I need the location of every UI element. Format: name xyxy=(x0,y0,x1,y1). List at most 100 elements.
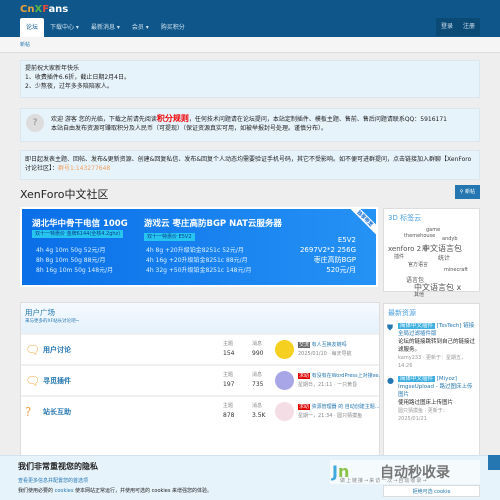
widget-title: 最新资源 xyxy=(388,309,416,317)
resource-desc: 论坛的链接跳转到自己的链接过滤服务。 xyxy=(398,339,476,353)
forum-row: 🗨 用户讨论 主题 154 消息 990 交流 有人互换友链吗 2025/01/10 … xyxy=(21,333,379,364)
posts-count: 3.5K xyxy=(252,412,266,419)
avatar[interactable] xyxy=(275,340,294,359)
forum-link[interactable]: 用户讨论 xyxy=(43,345,71,355)
main-nav: 论坛 下载中心 ▾ 最新消息 ▾ 会员 ▾ 购买积分 xyxy=(20,18,191,37)
thread-prefix: 求助 xyxy=(298,373,311,379)
subnav: 新帖 xyxy=(0,37,500,53)
banner-line: 枣庄高防BGP xyxy=(313,256,356,264)
tab-forum[interactable]: 论坛 xyxy=(20,18,45,37)
header: CnXFans 论坛 下载中心 ▾ 最新消息 ▾ 会员 ▾ 购买积分 登录 注册 xyxy=(0,0,500,37)
notice-line: 提前祝大家新年快乐 xyxy=(25,65,80,72)
tag-link[interactable]: andyb xyxy=(442,236,458,242)
shield-icon: ⛊ xyxy=(387,323,393,332)
logo[interactable]: CnXFans xyxy=(20,4,68,15)
page-title: XenForo中文社区 xyxy=(20,188,109,201)
notice-text: ，任何技术问题请在论坛提问，本站定制插件、模板主题、售前、售后问题请联系QQ：5… xyxy=(188,116,447,123)
banner-heading: 游戏云 枣庄高防BGP NAT云服务器 xyxy=(144,219,282,229)
section-title[interactable]: 用户广场 xyxy=(25,307,375,318)
tag-link[interactable]: 统计 xyxy=(438,253,450,262)
threads-count: 197 xyxy=(223,381,235,388)
question-icon: ? xyxy=(25,405,32,419)
last-post-meta: 2025/01/10 · 每天导航 xyxy=(298,351,352,357)
threads-label: 主题 xyxy=(223,403,234,409)
new-post-button[interactable]: ⚲ 新帖 xyxy=(454,185,480,199)
notice-newyear: 提前祝大家新年快乐 1、收费插件6.6折，截止日期2月4日。 2、少熬夜，过年多… xyxy=(20,60,480,98)
tab-members[interactable]: 会员 ▾ xyxy=(126,18,155,37)
tab-buy-points[interactable]: 购买积分 xyxy=(155,18,191,37)
question-icon: ? xyxy=(26,114,44,132)
tag-cloud-widget: 3D 标签云 game themehouse andyb xenforo 2.0 中文语… xyxy=(383,208,480,298)
banner-heading: 湖北华中骨干电信 100G xyxy=(32,219,128,229)
tag-link[interactable]: minecraft xyxy=(444,267,468,273)
forum-row: ? 站长互助 主题 878 消息 3.5K 求助 资源管理器 的 自动创建主题...… xyxy=(21,395,380,426)
cookie-text: 使本网站正常运行，并使用可选的 cookies 来增强您的体验。 xyxy=(75,488,213,494)
posts-count: 990 xyxy=(252,350,264,357)
cookie-title: 我们非常重视您的隐私 xyxy=(18,462,98,471)
resource-tag: 简体中文插件 xyxy=(398,323,436,329)
tag-link[interactable]: 插件 xyxy=(394,253,404,260)
resource-meta: kamy233 · 更新于：星期五，14:26 xyxy=(398,355,467,369)
notice-text: 本站自由发布资源可赚取积分及人民币（可提现）（保证资源真实可用，如被举报封号处理… xyxy=(51,125,328,132)
thread-prefix: 求助 xyxy=(298,404,311,410)
posts-label: 消息 xyxy=(252,372,263,378)
forum-row: 🗨 寻觅插件 主题 197 消息 735 求助 有没有在WordPress上对接xe… xyxy=(21,364,380,395)
chat-icon: 🗨 xyxy=(25,374,41,388)
threads-count: 154 xyxy=(223,350,235,357)
banner-tag: 双十一特惠价 E5V2 xyxy=(144,233,195,241)
threads-label: 主题 xyxy=(223,372,234,378)
register-button[interactable]: 注册 xyxy=(457,18,480,36)
reject-cookie-button[interactable]: 拒绝可选 cookie xyxy=(383,485,480,497)
posts-count: 735 xyxy=(252,381,264,388)
thread-prefix: 交流 xyxy=(298,342,311,348)
resource-meta: 圆只猜摸鱼 · 更新于：2025/01/21 xyxy=(398,408,448,422)
last-thread-link[interactable]: 有没有在WordPress上对接xe... xyxy=(312,373,380,379)
login-button[interactable]: 登录 xyxy=(435,18,458,36)
points-rule-link[interactable]: 积分规则 xyxy=(157,114,189,123)
banner-line: E5V2 xyxy=(337,236,356,244)
avatar[interactable] xyxy=(275,371,294,390)
chat-icon: 🗨 xyxy=(25,343,41,357)
subnav-new-posts[interactable]: 新帖 xyxy=(20,41,30,48)
group-link[interactable]: 群号1:143277648 xyxy=(58,165,110,172)
ad-banner[interactable]: 湖北华中骨干电信 100G 游戏云 枣庄高防BGP NAT云服务器 双十一特惠价… xyxy=(20,207,378,287)
last-thread-link[interactable]: 有人互换友链吗 xyxy=(312,342,347,348)
banner-tag: 双十一特惠价 金牌6144(全核4.2ghz) xyxy=(32,230,124,238)
banner-line: 4h 8g +20升级铂金8251c 52元/月 xyxy=(146,247,244,254)
banner-line: 2697V2*2 256G xyxy=(299,246,356,254)
tag-link[interactable]: 其他 xyxy=(414,291,424,298)
notice-line: 2、少熬夜，过年多多陪陪家人。 xyxy=(25,83,113,90)
avatar[interactable] xyxy=(275,402,294,421)
banner-line: 520元/月 xyxy=(326,266,356,274)
scroll-top-button[interactable] xyxy=(488,455,500,470)
forum-section: 用户广场 来与更多的XF站长讨论吧~ 🗨 用户讨论 主题 154 消息 990 交流 … xyxy=(20,302,380,457)
banner-line: 4h 32g +50升级铂金8251c 148元/月 xyxy=(146,267,252,274)
cookie-preferences-link[interactable]: 查看更多信息并配置您的首选项 xyxy=(18,477,88,484)
notice-welcome: ? 欢迎 游客 您的光临，下载之前请先阅读积分规则，任何技术问题请在论坛提问，本… xyxy=(20,108,480,142)
last-post-meta: 星期一，21:34 · 圆只猜摸鱼 xyxy=(298,413,363,419)
tag-link[interactable]: 官方语言 xyxy=(408,261,428,268)
forum-link[interactable]: 寻觅插件 xyxy=(43,376,71,386)
notice-text: 欢迎 游客 您的光临，下载之前请先阅读 xyxy=(51,116,157,123)
banner-line: 8h 16g 10m 50g 148元/月 xyxy=(36,267,114,274)
banner-line: 4h 4g 10m 50g 52元/月 xyxy=(36,247,106,254)
cookies-link[interactable]: cookies xyxy=(55,488,74,494)
watermark-logo: Jn 自动秒收录 做上链接→来访一次→自动收录→ xyxy=(330,460,480,484)
last-post-meta: 星期日，21:11 · 一只黄昏 xyxy=(298,382,358,388)
cookie-text: 我们使用必要的 xyxy=(18,488,54,494)
new-post-label: 新帖 xyxy=(464,189,475,195)
tag-link[interactable]: themehouse xyxy=(404,233,435,239)
last-thread-link[interactable]: 资源管理器 的 自动创建主题... xyxy=(312,404,380,410)
resource-item: ● 简体中文插件 [Miyoz] ImgseUpload - 路过图床上传图片 使用… xyxy=(384,375,479,423)
tab-news[interactable]: 最新消息 ▾ xyxy=(85,18,126,37)
resource-desc: 使用路过图床上传图片 xyxy=(398,400,454,406)
plugin-icon: ● xyxy=(387,376,394,385)
banner-line: 8h 8g 10m 50g 88元/月 xyxy=(36,257,106,264)
posts-label: 消息 xyxy=(252,403,263,409)
threads-count: 878 xyxy=(223,412,235,419)
posts-label: 消息 xyxy=(252,341,263,347)
threads-label: 主题 xyxy=(223,341,234,347)
forum-link[interactable]: 站长互助 xyxy=(43,407,71,417)
banner-line: 4h 16g +20升级铂金8251c 88元/月 xyxy=(146,257,248,264)
tab-downloads[interactable]: 下载中心 ▾ xyxy=(44,18,85,37)
